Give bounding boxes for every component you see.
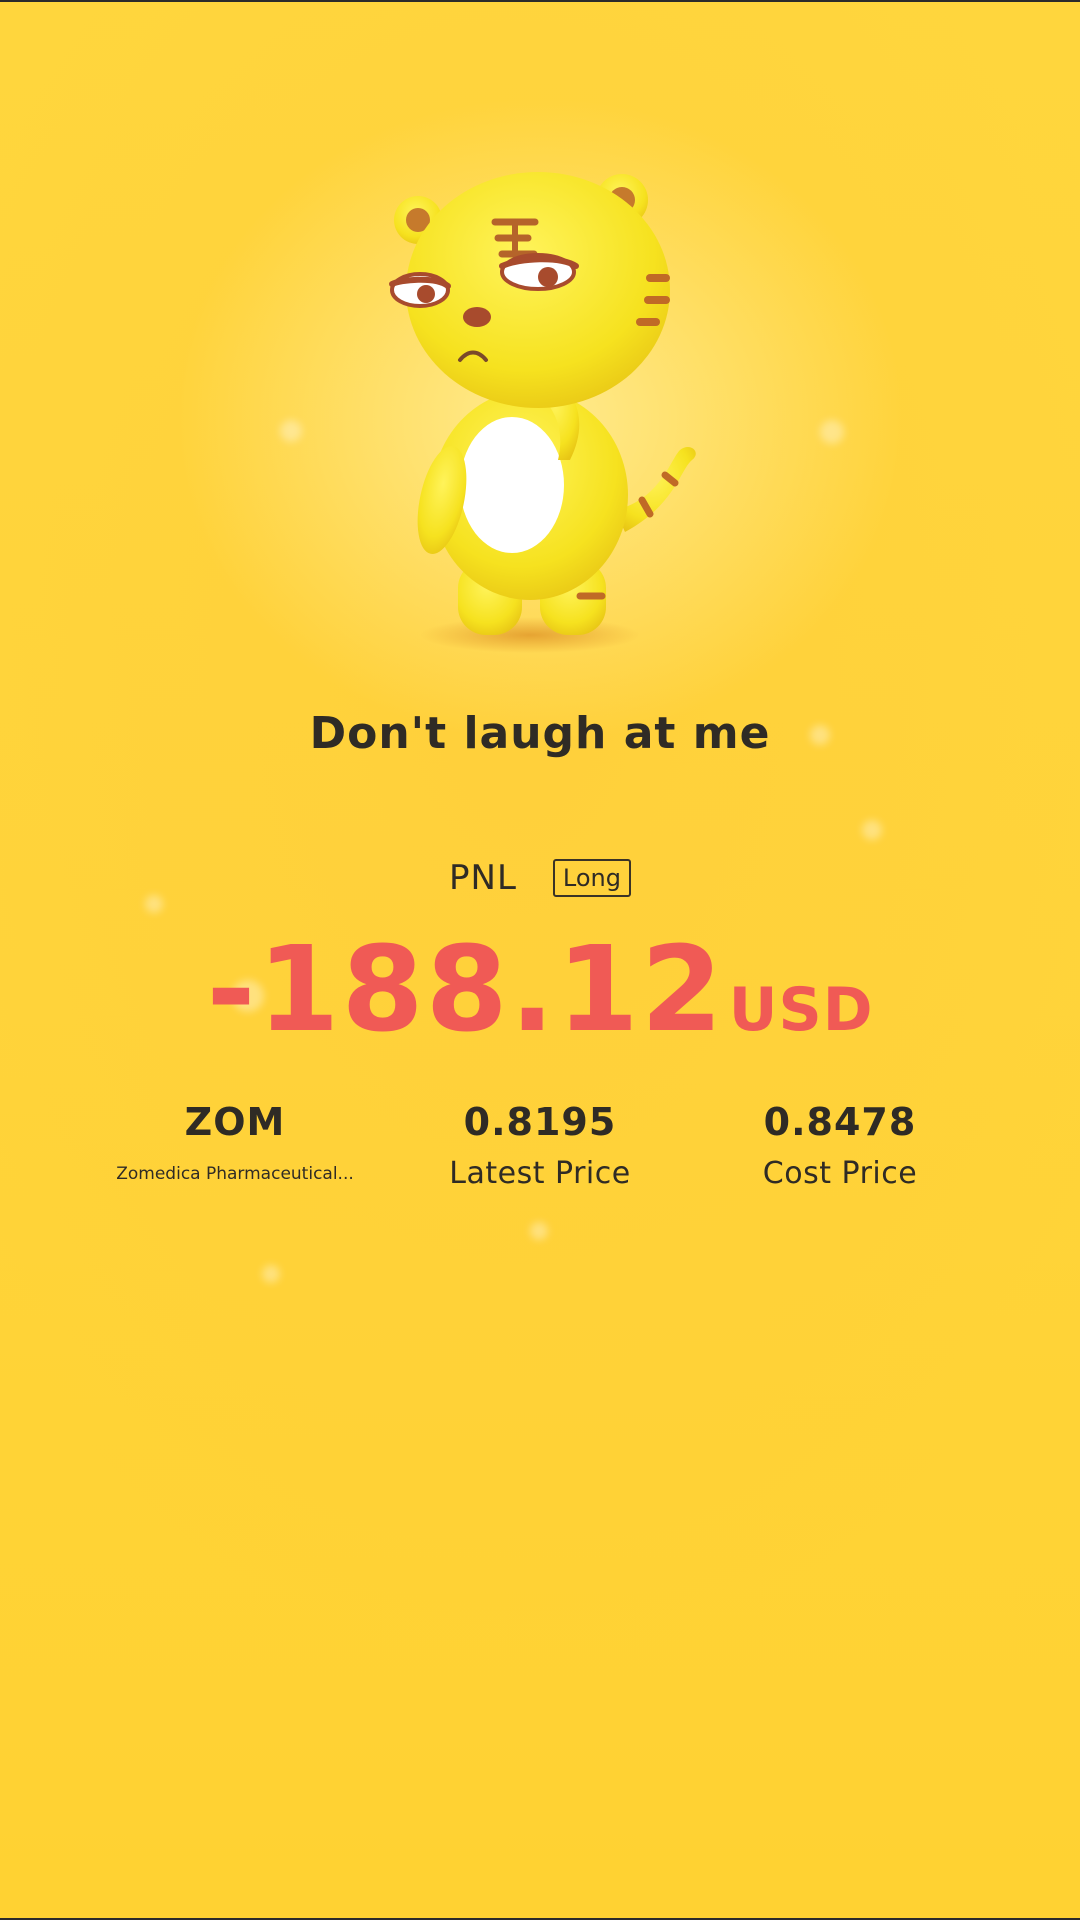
stock-info: ZOM Zomedica Pharmaceutical...: [85, 1100, 385, 1184]
pnl-label: PNL: [449, 858, 517, 898]
stock-name: Zomedica Pharmaceutical...: [116, 1164, 354, 1184]
top-border: [0, 0, 1080, 2]
stats-row: ZOM Zomedica Pharmaceutical... 0.8195 La…: [0, 1100, 1080, 1220]
stock-symbol: ZOM: [184, 1100, 286, 1144]
sparkle: [820, 420, 844, 444]
cost-price: 0.8478 Cost Price: [690, 1100, 990, 1191]
cost-price-label: Cost Price: [762, 1156, 918, 1191]
direction-badge: Long: [552, 859, 631, 897]
pnl-row: PNL Long: [0, 858, 1080, 898]
headline: Don't laugh at me: [309, 708, 771, 759]
pnl-amount: -188.12USD: [0, 920, 1080, 1058]
pnl-unit: USD: [728, 975, 874, 1045]
latest-price: 0.8195 Latest Price: [390, 1100, 690, 1191]
sparkle: [280, 420, 302, 442]
sparkle: [530, 1222, 548, 1240]
tiger-mascot-icon: [389, 172, 696, 653]
sparkle: [262, 1265, 280, 1283]
cost-price-value: 0.8478: [763, 1100, 917, 1144]
latest-price-label: Latest Price: [449, 1156, 631, 1191]
pnl-value: -188.12: [206, 920, 725, 1058]
sparkle: [862, 820, 882, 840]
latest-price-value: 0.8195: [463, 1100, 617, 1144]
